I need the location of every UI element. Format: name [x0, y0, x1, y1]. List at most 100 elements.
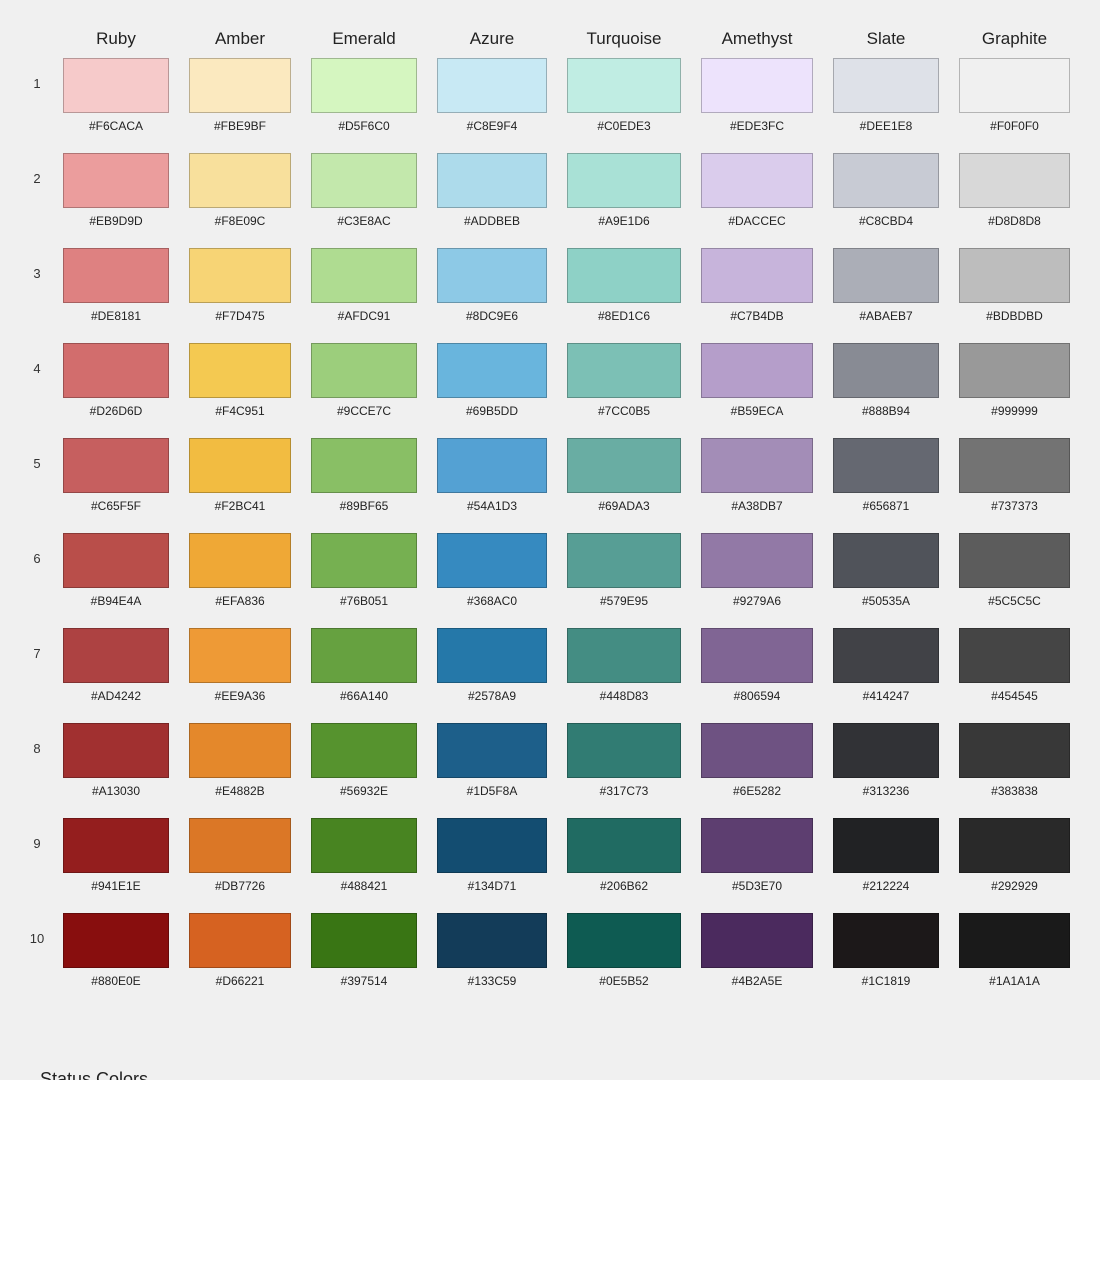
color-swatch[interactable] [567, 533, 681, 588]
color-swatch-cell[interactable]: #1A1A1A [959, 913, 1070, 988]
color-swatch-cell[interactable]: #292929 [959, 818, 1070, 893]
color-swatch[interactable] [311, 533, 417, 588]
color-swatch-cell[interactable]: #212224 [833, 818, 939, 893]
color-swatch-cell[interactable]: #656871 [833, 438, 939, 513]
color-swatch-cell[interactable]: #EB9D9D [63, 153, 169, 228]
color-swatch[interactable] [833, 438, 939, 493]
color-swatch-cell[interactable]: #D5F6C0 [311, 58, 417, 133]
color-swatch[interactable] [959, 723, 1070, 778]
color-swatch-cell[interactable]: #D66221 [189, 913, 291, 988]
color-swatch[interactable] [63, 913, 169, 968]
color-swatch[interactable] [959, 248, 1070, 303]
color-swatch-cell[interactable]: #F0F0F0 [959, 58, 1070, 133]
color-swatch[interactable] [959, 58, 1070, 113]
color-swatch-cell[interactable]: #FBE9BF [189, 58, 291, 133]
color-swatch-cell[interactable]: #ABAEB7 [833, 248, 939, 323]
color-swatch[interactable] [567, 818, 681, 873]
color-swatch[interactable] [63, 153, 169, 208]
color-swatch[interactable] [63, 58, 169, 113]
color-swatch[interactable] [959, 913, 1070, 968]
color-swatch[interactable] [189, 913, 291, 968]
color-swatch-cell[interactable]: #8ED1C6 [567, 248, 681, 323]
color-swatch-cell[interactable]: #C7B4DB [701, 248, 813, 323]
color-swatch[interactable] [63, 818, 169, 873]
color-swatch-cell[interactable]: #383838 [959, 723, 1070, 798]
color-swatch-cell[interactable]: #EDE3FC [701, 58, 813, 133]
color-swatch-cell[interactable]: #737373 [959, 438, 1070, 513]
color-swatch-cell[interactable]: #448D83 [567, 628, 681, 703]
color-swatch[interactable] [437, 343, 547, 398]
color-swatch[interactable] [311, 818, 417, 873]
color-swatch-cell[interactable]: #C3E8AC [311, 153, 417, 228]
color-swatch-cell[interactable]: #89BF65 [311, 438, 417, 513]
color-swatch-cell[interactable]: #F7D475 [189, 248, 291, 323]
color-swatch-cell[interactable]: #69ADA3 [567, 438, 681, 513]
color-swatch[interactable] [567, 58, 681, 113]
color-swatch[interactable] [437, 913, 547, 968]
color-swatch-cell[interactable]: #4B2A5E [701, 913, 813, 988]
color-swatch-cell[interactable]: #DB7726 [189, 818, 291, 893]
color-swatch[interactable] [311, 248, 417, 303]
color-swatch-cell[interactable]: #DE8181 [63, 248, 169, 323]
color-swatch[interactable] [701, 58, 813, 113]
color-swatch-cell[interactable]: #2578A9 [437, 628, 547, 703]
color-swatch-cell[interactable]: #317C73 [567, 723, 681, 798]
color-swatch[interactable] [567, 153, 681, 208]
color-swatch-cell[interactable]: #AFDC91 [311, 248, 417, 323]
color-swatch-cell[interactable]: #A13030 [63, 723, 169, 798]
color-swatch[interactable] [567, 628, 681, 683]
color-swatch[interactable] [567, 343, 681, 398]
color-swatch[interactable] [567, 248, 681, 303]
color-swatch-cell[interactable]: #AD4242 [63, 628, 169, 703]
color-swatch[interactable] [833, 58, 939, 113]
color-swatch-cell[interactable]: #D8D8D8 [959, 153, 1070, 228]
color-swatch[interactable] [311, 913, 417, 968]
color-swatch-cell[interactable]: #C8CBD4 [833, 153, 939, 228]
color-swatch-cell[interactable]: #1D5F8A [437, 723, 547, 798]
color-swatch-cell[interactable]: #B94E4A [63, 533, 169, 608]
color-swatch-cell[interactable]: #66A140 [311, 628, 417, 703]
color-swatch[interactable] [311, 343, 417, 398]
color-swatch[interactable] [959, 533, 1070, 588]
color-swatch-cell[interactable]: #8DC9E6 [437, 248, 547, 323]
color-swatch[interactable] [833, 723, 939, 778]
color-swatch-cell[interactable]: #7CC0B5 [567, 343, 681, 418]
color-swatch-cell[interactable]: #54A1D3 [437, 438, 547, 513]
color-swatch-cell[interactable]: #D26D6D [63, 343, 169, 418]
color-swatch[interactable] [833, 628, 939, 683]
color-swatch-cell[interactable]: #EE9A36 [189, 628, 291, 703]
color-swatch-cell[interactable]: #56932E [311, 723, 417, 798]
color-swatch[interactable] [833, 818, 939, 873]
color-swatch[interactable] [189, 58, 291, 113]
color-swatch[interactable] [437, 58, 547, 113]
color-swatch-cell[interactable]: #50535A [833, 533, 939, 608]
color-swatch[interactable] [833, 533, 939, 588]
color-swatch[interactable] [63, 248, 169, 303]
color-swatch[interactable] [959, 818, 1070, 873]
color-swatch[interactable] [437, 723, 547, 778]
color-swatch-cell[interactable]: #F2BC41 [189, 438, 291, 513]
color-swatch-cell[interactable]: #ADDBEB [437, 153, 547, 228]
color-swatch[interactable] [701, 628, 813, 683]
color-swatch[interactable] [311, 628, 417, 683]
color-swatch[interactable] [437, 438, 547, 493]
color-swatch[interactable] [63, 438, 169, 493]
color-swatch[interactable] [311, 723, 417, 778]
color-swatch[interactable] [701, 723, 813, 778]
color-swatch-cell[interactable]: #A38DB7 [701, 438, 813, 513]
color-swatch-cell[interactable]: #941E1E [63, 818, 169, 893]
color-swatch-cell[interactable]: #880E0E [63, 913, 169, 988]
color-swatch-cell[interactable]: #1C1819 [833, 913, 939, 988]
color-swatch-cell[interactable]: #69B5DD [437, 343, 547, 418]
color-swatch-cell[interactable]: #5D3E70 [701, 818, 813, 893]
color-swatch[interactable] [189, 628, 291, 683]
color-swatch-cell[interactable]: #6E5282 [701, 723, 813, 798]
color-swatch-cell[interactable]: #9CCE7C [311, 343, 417, 418]
color-swatch-cell[interactable]: #414247 [833, 628, 939, 703]
color-swatch[interactable] [63, 723, 169, 778]
color-swatch-cell[interactable]: #488421 [311, 818, 417, 893]
color-swatch-cell[interactable]: #397514 [311, 913, 417, 988]
color-swatch[interactable] [63, 628, 169, 683]
color-swatch-cell[interactable]: #E4882B [189, 723, 291, 798]
color-swatch[interactable] [437, 628, 547, 683]
